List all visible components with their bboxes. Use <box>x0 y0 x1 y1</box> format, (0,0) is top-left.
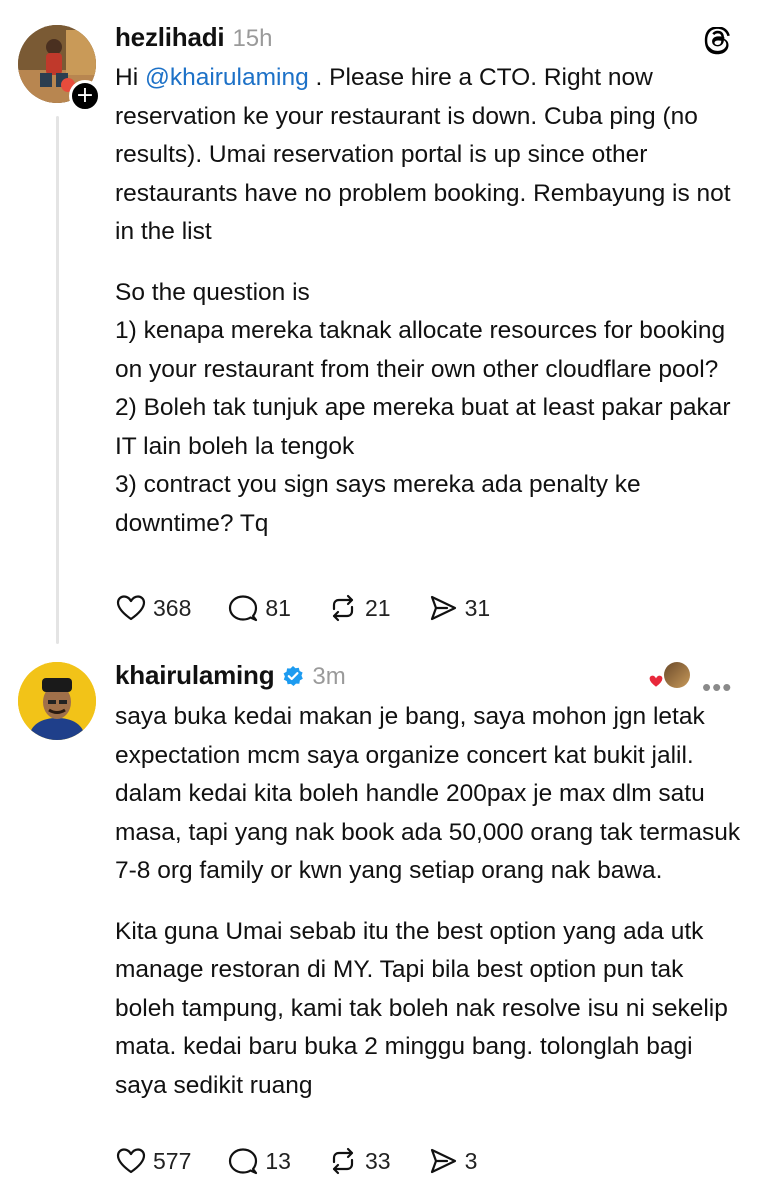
avatar[interactable] <box>18 662 96 740</box>
send-icon <box>430 1148 456 1174</box>
like-button[interactable]: 368 <box>115 592 191 624</box>
post-header: khairulaming 3m <box>115 660 346 691</box>
thread-connector-line <box>56 116 59 644</box>
timestamp: 3m <box>312 663 346 690</box>
list-item: 1) kenapa mereka taknak allocate resourc… <box>115 317 726 383</box>
mention-link[interactable]: @khairulaming <box>145 64 309 91</box>
reply-count: 13 <box>265 1147 291 1174</box>
send-icon <box>430 595 456 621</box>
share-button[interactable]: 3 <box>427 1145 478 1177</box>
like-count: 577 <box>153 1147 192 1174</box>
post-body: Hi @khairulaming . Please hire a CTO. Ri… <box>115 59 745 543</box>
heart-reaction-icon <box>648 674 664 689</box>
share-count: 31 <box>464 594 491 621</box>
share-count: 3 <box>464 1147 478 1174</box>
repost-count: 21 <box>364 594 391 621</box>
post-actions: 368 81 21 31 <box>115 592 526 624</box>
post-paragraph: Hi @khairulaming . Please hire a CTO. Ri… <box>115 64 731 245</box>
post-actions: 577 13 33 3 <box>115 1145 513 1177</box>
verified-badge-icon <box>284 666 304 686</box>
repost-icon <box>332 1147 354 1175</box>
repost-count: 33 <box>364 1147 391 1174</box>
post-paragraph: Kita guna Umai sebab itu the best option… <box>115 917 728 1099</box>
post-paragraph: saya buka kedai makan je bang, saya moho… <box>115 703 741 884</box>
post-paragraph: So the question is <box>115 278 310 306</box>
threads-logo-icon <box>704 27 730 55</box>
reply-button[interactable]: 81 <box>227 592 291 624</box>
list-item: 2) Boleh tak tunjuk ape mereka buat at l… <box>115 394 731 460</box>
list-item: 3) contract you sign says mereka ada pen… <box>115 471 641 537</box>
comment-icon <box>229 1148 258 1175</box>
reply-count: 81 <box>265 594 291 621</box>
repost-button[interactable]: 33 <box>327 1145 391 1177</box>
heart-icon <box>116 595 146 621</box>
username[interactable]: khairulaming <box>115 660 275 691</box>
username[interactable]: hezlihadi <box>115 22 225 53</box>
repost-icon <box>332 594 354 622</box>
timestamp: 15h <box>232 25 273 52</box>
like-count: 368 <box>153 594 192 621</box>
comment-icon <box>229 595 258 622</box>
repost-button[interactable]: 21 <box>327 592 391 624</box>
follow-plus-button[interactable]: + <box>69 80 101 112</box>
post-body: saya buka kedai makan je bang, saya moho… <box>115 698 745 1105</box>
share-button[interactable]: 31 <box>427 592 491 624</box>
like-button[interactable]: 577 <box>115 1145 191 1177</box>
heart-icon <box>116 1148 146 1174</box>
reply-button[interactable]: 13 <box>227 1145 291 1177</box>
avatar-photo-icon <box>18 662 96 740</box>
reactor-avatar[interactable] <box>664 662 690 688</box>
post-header: hezlihadi 15h <box>115 22 272 53</box>
